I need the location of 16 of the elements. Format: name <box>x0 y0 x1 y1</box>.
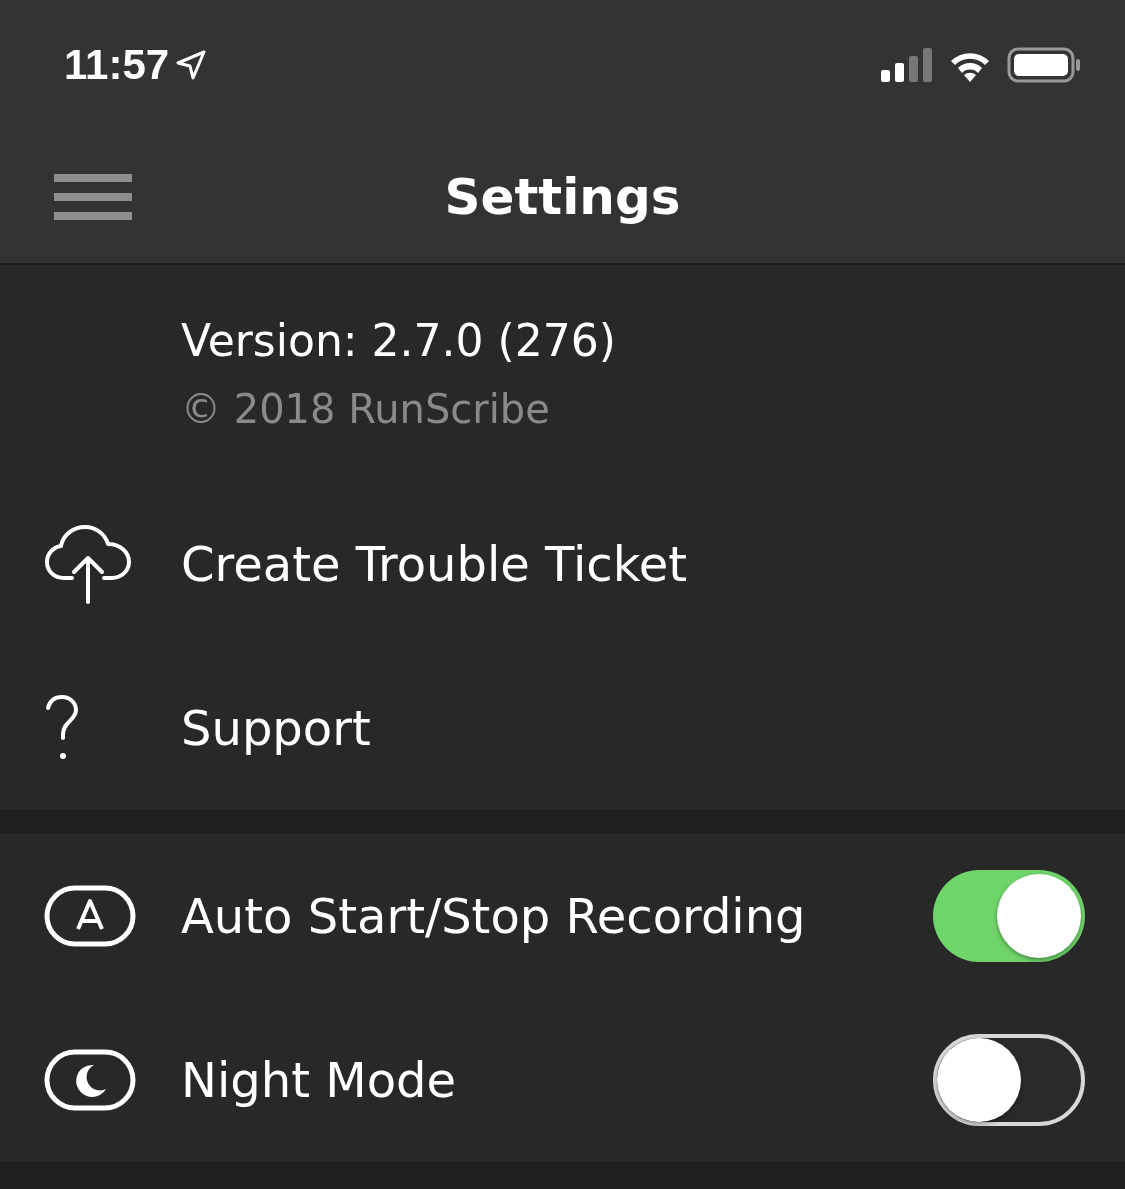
battery-icon <box>1007 47 1081 83</box>
status-time: 11:57 <box>64 41 170 89</box>
auto-letter-icon <box>44 885 136 947</box>
moon-icon <box>44 1049 136 1111</box>
setting-label: Auto Start/Stop Recording <box>181 888 807 944</box>
setting-label: Night Mode <box>181 1052 457 1108</box>
menu-item[interactable]: Create Trouble Ticket <box>181 536 1085 592</box>
location-arrow-icon <box>175 49 208 81</box>
cloud-upload-icon <box>44 524 132 604</box>
question-mark-icon <box>44 694 80 762</box>
menu-button[interactable] <box>54 171 132 222</box>
signal-icon <box>881 48 933 82</box>
version-text: Version: 2.7.0 (276) <box>181 315 617 366</box>
menu-item[interactable]: Support <box>181 700 1085 756</box>
copyright-text: © 2018 RunScribe <box>181 386 551 432</box>
page-title: Settings <box>444 167 681 226</box>
